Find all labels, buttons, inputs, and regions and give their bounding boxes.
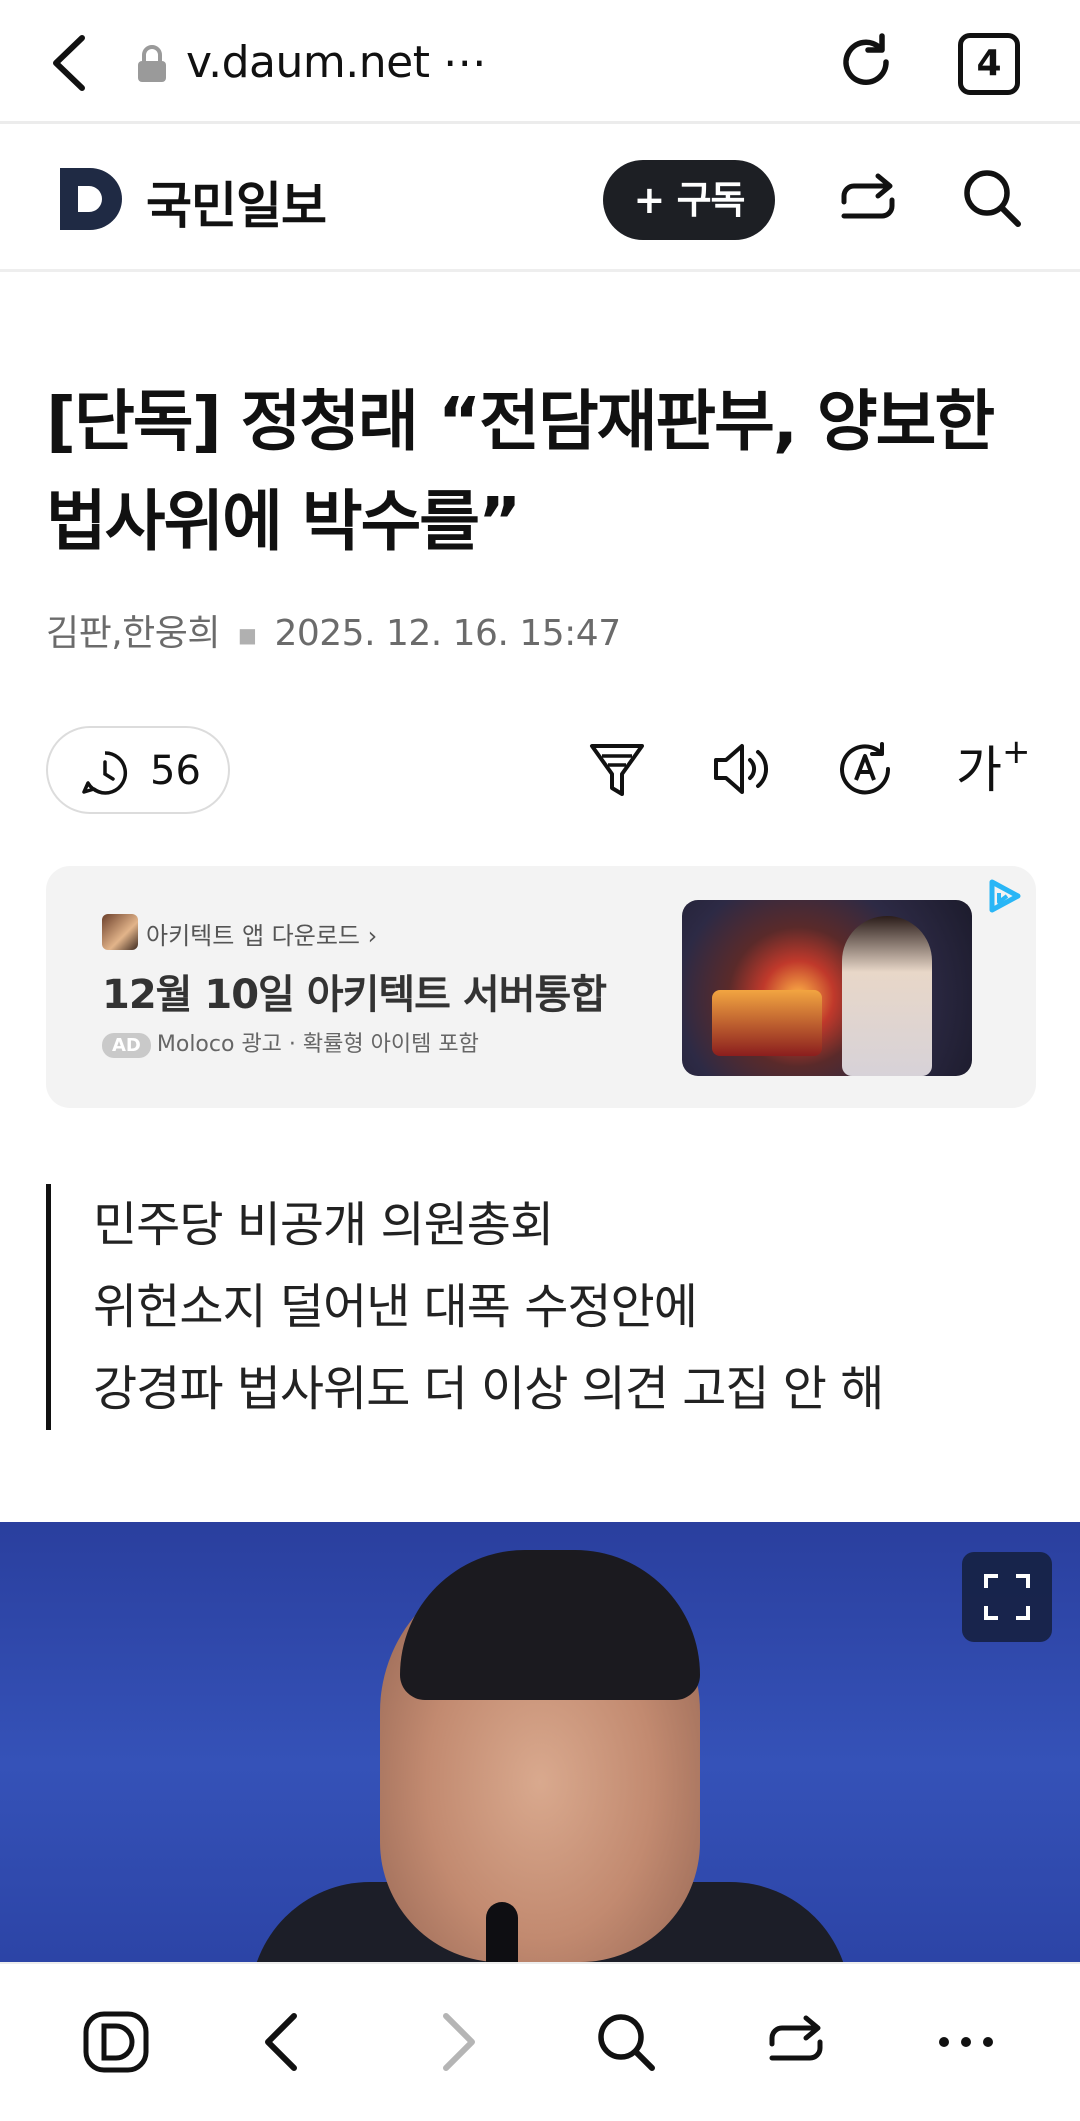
ad-badge: AD: [102, 1033, 151, 1058]
font-size-label: 가: [956, 741, 1002, 799]
font-size-icon[interactable]: 가+: [956, 730, 1031, 802]
ad-meta: AD Moloco 광고 · 확률형 아이템 포함: [102, 1026, 479, 1058]
subscribe-button[interactable]: + 구독: [603, 160, 775, 240]
daum-logo-icon[interactable]: [56, 164, 126, 234]
article-timestamp: 2025. 12. 16. 15:47: [274, 613, 621, 654]
summary-filter-icon[interactable]: [584, 736, 650, 802]
ad-image-figure: [842, 916, 932, 1076]
address-bar-url[interactable]: v.daum.net ⋯: [186, 33, 487, 93]
back-arrow-icon[interactable]: [40, 28, 100, 98]
bottom-navigation: [0, 1962, 1080, 2121]
tab-count-button[interactable]: 4: [958, 33, 1020, 95]
lock-icon: [138, 45, 166, 82]
adchoices-icon[interactable]: [984, 876, 1024, 916]
daum-home-icon[interactable]: [80, 2006, 152, 2078]
search-icon[interactable]: [590, 2006, 662, 2078]
share-icon[interactable]: [760, 2006, 832, 2078]
read-aloud-icon[interactable]: [708, 736, 774, 802]
share-icon[interactable]: [832, 164, 904, 236]
summary-line: 민주당 비공개 의원총회: [93, 1197, 554, 1253]
photo-microphone: [486, 1902, 518, 1962]
article-headline: [단독] 정청래 “전담재판부, 양보한 법사위에 박수를”: [46, 383, 995, 560]
nav-forward-icon[interactable]: [420, 2006, 492, 2078]
ad-meta-text: Moloco 광고 · 확률형 아이템 포함: [156, 1032, 479, 1057]
more-icon[interactable]: [930, 2006, 1002, 2078]
nav-back-icon[interactable]: [248, 2006, 320, 2078]
ad-cta[interactable]: 아키텍트 앱 다운로드 ›: [146, 916, 377, 951]
article-authors[interactable]: 김판,한웅희: [46, 613, 221, 654]
press-name[interactable]: 국민일보: [146, 166, 327, 238]
photo-hair: [400, 1550, 700, 1700]
reload-icon[interactable]: [832, 28, 900, 96]
byline-separator: ■: [238, 623, 257, 647]
summary-line: 강경파 법사위도 더 이상 의견 고집 안 해: [93, 1361, 884, 1417]
ad-image-chest: [712, 990, 822, 1056]
translate-icon[interactable]: [832, 736, 898, 802]
article-summary: 민주당 비공개 의원총회 위헌소지 덜어낸 대폭 수정안에 강경파 법사위도 더…: [46, 1184, 1036, 1430]
site-header: 국민일보 + 구독: [0, 124, 1080, 272]
browser-toolbar: v.daum.net ⋯ 4: [0, 0, 1080, 124]
comment-clock-icon: [82, 751, 128, 795]
summary-line: 위헌소지 덜어낸 대폭 수정안에: [93, 1279, 698, 1335]
comment-button[interactable]: 56: [46, 726, 230, 814]
fullscreen-icon: [984, 1574, 1030, 1620]
comment-count: 56: [150, 748, 201, 794]
search-icon[interactable]: [956, 162, 1028, 234]
ad-title[interactable]: 12월 10일 아키텍트 서버통합: [102, 962, 607, 1020]
ad-banner[interactable]: 아키텍트 앱 다운로드 › 12월 10일 아키텍트 서버통합 AD Moloco…: [46, 866, 1036, 1108]
article-photo[interactable]: [0, 1522, 1080, 1962]
ad-image[interactable]: [682, 900, 972, 1076]
expand-photo-button[interactable]: [962, 1552, 1052, 1642]
ad-brand-icon: [102, 914, 138, 950]
article-byline: 김판,한웅희 ■ 2025. 12. 16. 15:47: [46, 604, 621, 656]
